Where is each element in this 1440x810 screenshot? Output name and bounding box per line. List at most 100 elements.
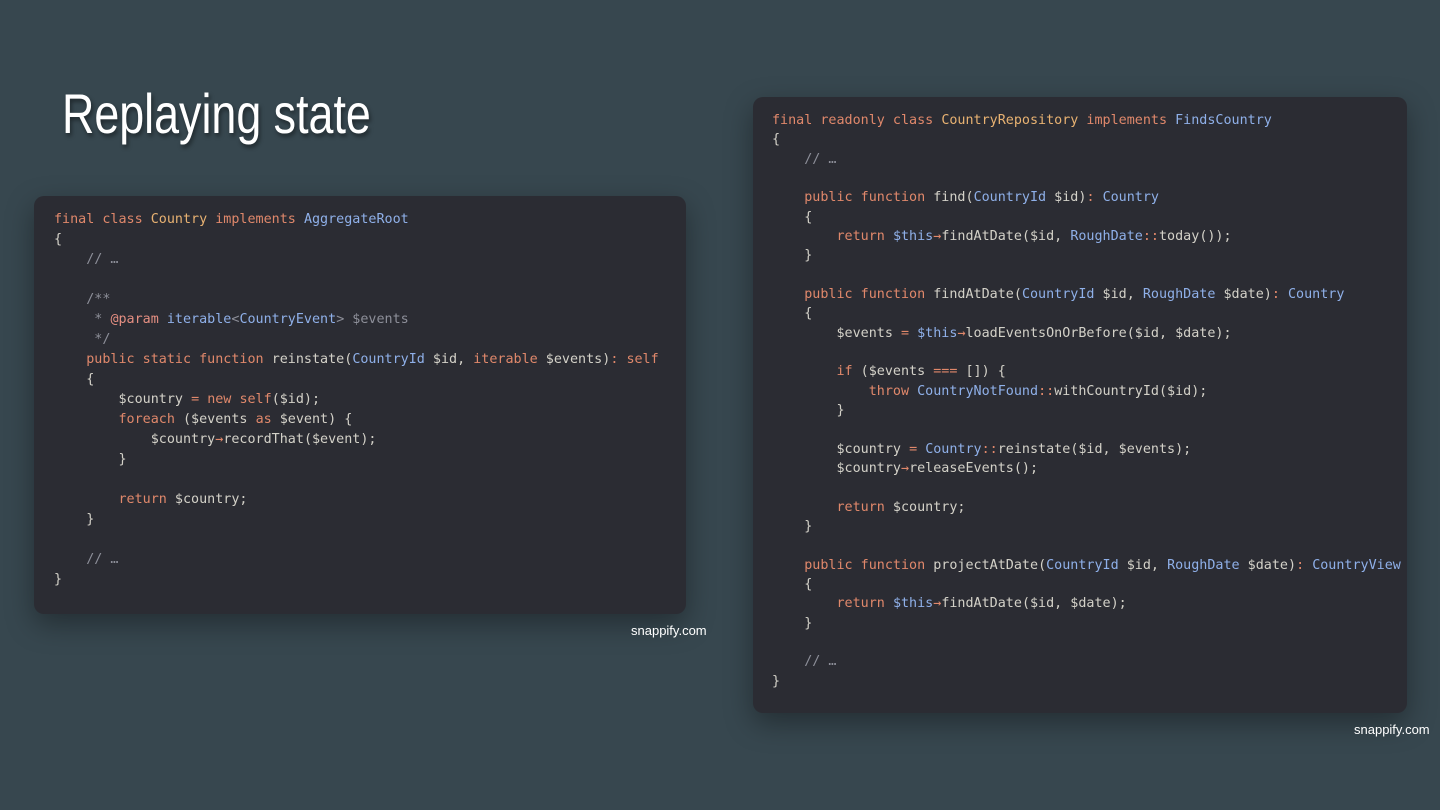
- code-token: findAtDate: [941, 596, 1022, 612]
- code-token: $country: [772, 441, 910, 457]
- code-line: }: [772, 614, 1407, 633]
- code-token: $id,: [1118, 557, 1168, 573]
- code-token: reinstate: [271, 352, 345, 367]
- code-token: find: [933, 190, 966, 206]
- code-token: $country;: [166, 492, 248, 507]
- code-token: }: [772, 402, 845, 418]
- code-token: $country: [54, 432, 216, 447]
- code-token: foreach: [118, 412, 175, 427]
- code-token: // …: [54, 552, 119, 567]
- code-token: public function: [804, 557, 934, 573]
- code-window-country: final class Country implements Aggregate…: [34, 196, 686, 614]
- code-token: ($events: [852, 364, 934, 380]
- code-token: $event) {: [271, 412, 353, 427]
- code-line: final class Country implements Aggregate…: [54, 210, 686, 230]
- code-token: reinstate: [997, 441, 1071, 457]
- code-line: }: [54, 450, 686, 470]
- code-token: final class: [54, 212, 151, 227]
- code-token: }: [54, 572, 63, 587]
- code-token: Country: [1102, 190, 1159, 206]
- code-token: RoughDate: [1142, 286, 1216, 302]
- code-token: return: [836, 596, 885, 612]
- code-token: $id,: [424, 352, 474, 367]
- code-block: final readonly class CountryRepository i…: [772, 111, 1407, 691]
- code-token: final readonly class: [772, 113, 942, 128]
- code-token: implements: [1078, 113, 1176, 128]
- code-token: {: [772, 132, 781, 148]
- code-line: public function findAtDate(CountryId $id…: [772, 285, 1407, 304]
- code-token: $date): [1215, 286, 1272, 302]
- code-token: :: [1086, 190, 1103, 206]
- code-token: ($id, $date);: [1126, 325, 1232, 341]
- code-token: recordThat: [223, 432, 304, 447]
- code-line: }: [772, 246, 1407, 265]
- code-token: ());: [1199, 228, 1232, 244]
- code-token: ();: [1013, 460, 1039, 476]
- code-token: iterable: [473, 352, 538, 367]
- code-token: {: [772, 209, 813, 225]
- slide-title: Replaying state: [62, 82, 371, 145]
- code-token: return: [836, 228, 885, 244]
- code-line: }: [772, 517, 1407, 536]
- code-line: {: [772, 208, 1407, 227]
- code-line: return $country;: [772, 498, 1407, 517]
- code-token: // …: [772, 151, 837, 167]
- code-line: // …: [54, 550, 686, 570]
- code-token: public static function: [86, 352, 272, 367]
- code-token: }: [772, 518, 813, 534]
- code-token: }: [772, 615, 813, 631]
- code-token: ===: [933, 364, 958, 380]
- code-token: CountryRepository: [941, 113, 1079, 128]
- code-line: // …: [772, 150, 1407, 169]
- code-token: Country: [150, 212, 208, 227]
- code-token: $id,: [1094, 286, 1143, 302]
- code-token: withCountryId: [1054, 383, 1159, 399]
- code-token: throw: [868, 383, 910, 399]
- code-line: {: [772, 575, 1407, 594]
- code-token: FindsCountry: [1175, 113, 1272, 128]
- code-token: > $events: [336, 312, 409, 327]
- code-token: self: [626, 352, 659, 367]
- code-line: if ($events === []) {: [772, 362, 1407, 381]
- code-token: }: [772, 248, 813, 264]
- code-token: $this: [892, 596, 934, 612]
- code-token: ($id,: [1021, 228, 1071, 244]
- code-line: return $this→findAtDate($id, RoughDate::…: [772, 227, 1407, 246]
- code-line: /**: [54, 290, 686, 310]
- code-token: releaseEvents: [909, 460, 1014, 476]
- code-token: public function: [804, 190, 934, 206]
- code-token: CountryId: [1021, 286, 1095, 302]
- code-line: public static function reinstate(Country…: [54, 350, 686, 370]
- code-token: @param: [110, 312, 159, 327]
- code-line: }: [772, 672, 1407, 691]
- code-token: CountryId: [352, 352, 425, 367]
- code-line: return $this→findAtDate($id, $date);: [772, 594, 1407, 613]
- code-line: // …: [772, 652, 1407, 671]
- code-line: {: [54, 230, 686, 250]
- watermark: snappify.com: [631, 623, 707, 638]
- code-token: ($event);: [303, 432, 377, 447]
- code-line: {: [772, 304, 1407, 323]
- code-token: }: [54, 512, 95, 527]
- code-line: $country = new self($id);: [54, 390, 686, 410]
- code-token: $country: [772, 460, 901, 476]
- code-line: public function find(CountryId $id): Cou…: [772, 188, 1407, 207]
- code-token: implements: [207, 212, 304, 227]
- code-line: $country→recordThat($event);: [54, 430, 686, 450]
